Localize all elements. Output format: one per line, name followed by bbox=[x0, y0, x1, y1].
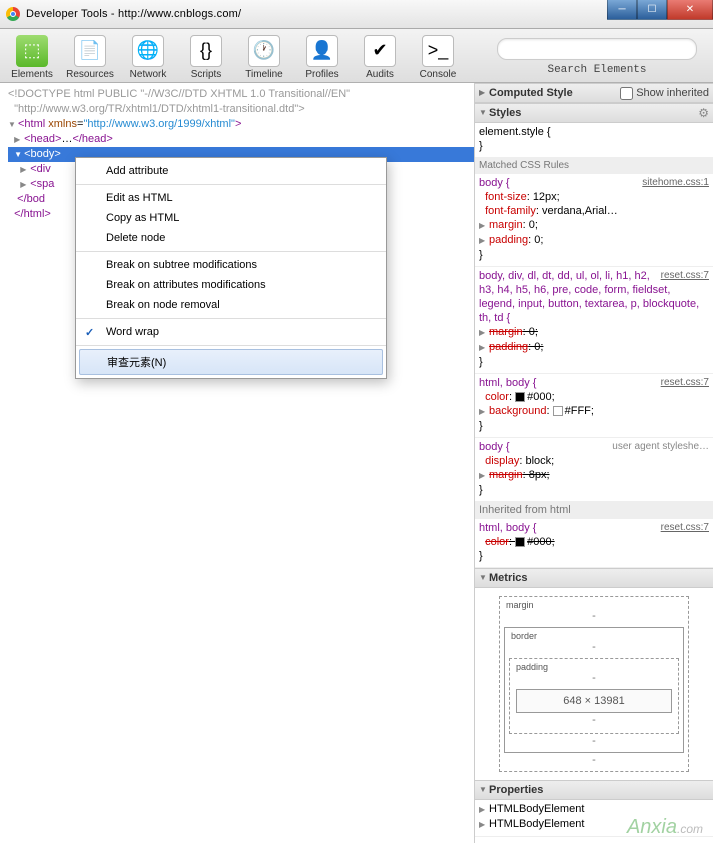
menu-break-attributes[interactable]: Break on attributes modifications bbox=[76, 275, 386, 295]
tab-profiles[interactable]: 👤Profiles bbox=[298, 35, 346, 80]
menu-inspect-element[interactable]: 审查元素(N) bbox=[79, 349, 383, 375]
menu-word-wrap[interactable]: Word wrap bbox=[76, 322, 386, 342]
gear-icon[interactable]: ⚙ bbox=[698, 106, 709, 120]
css-rule[interactable]: reset.css:7 body, div, dl, dt, dd, ul, o… bbox=[475, 267, 713, 374]
css-source-link: user agent styleshe… bbox=[612, 440, 709, 454]
search-label: Search Elements bbox=[547, 64, 646, 76]
tab-timeline[interactable]: 🕐Timeline bbox=[240, 35, 288, 80]
inherited-header: Inherited from html bbox=[475, 502, 713, 519]
menu-separator bbox=[76, 184, 386, 185]
tab-network[interactable]: 🌐Network bbox=[124, 35, 172, 80]
menu-separator bbox=[76, 345, 386, 346]
box-model[interactable]: margin- border- padding- 648 × 13981 - -… bbox=[475, 588, 713, 780]
css-rule[interactable]: reset.css:7 html, body { color: #000; ▶b… bbox=[475, 374, 713, 438]
head-node[interactable]: ▶<head>…</head> bbox=[8, 132, 474, 147]
styles-sidebar: ▶Computed StyleShow inherited ▼Styles⚙ e… bbox=[474, 83, 713, 843]
window-controls: ─ ☐ ✕ bbox=[607, 0, 713, 20]
menu-separator bbox=[76, 251, 386, 252]
css-rule[interactable]: sitehome.css:1 body { font-size: 12px; f… bbox=[475, 174, 713, 267]
menu-break-removal[interactable]: Break on node removal bbox=[76, 295, 386, 315]
menu-copy-html[interactable]: Copy as HTML bbox=[76, 208, 386, 228]
element-style-rule[interactable]: element.style { } bbox=[475, 123, 713, 158]
css-source-link[interactable]: sitehome.css:1 bbox=[642, 176, 709, 190]
chrome-icon bbox=[6, 7, 20, 21]
tab-scripts[interactable]: {}Scripts bbox=[182, 35, 230, 80]
menu-delete-node[interactable]: Delete node bbox=[76, 228, 386, 248]
tab-console[interactable]: >_Console bbox=[414, 35, 462, 80]
css-rule[interactable]: user agent styleshe… body { display: blo… bbox=[475, 438, 713, 502]
matched-rules-header: Matched CSS Rules bbox=[475, 158, 713, 174]
toolbar: ⬚Elements 📄Resources 🌐Network {}Scripts … bbox=[0, 29, 713, 83]
window-titlebar: Developer Tools - http://www.cnblogs.com… bbox=[0, 0, 713, 29]
computed-style-header[interactable]: ▶Computed StyleShow inherited bbox=[475, 83, 713, 103]
css-source-link[interactable]: reset.css:7 bbox=[661, 269, 709, 283]
context-menu: Add attribute Edit as HTML Copy as HTML … bbox=[75, 157, 387, 379]
menu-edit-html[interactable]: Edit as HTML bbox=[76, 188, 386, 208]
close-button[interactable]: ✕ bbox=[667, 0, 713, 20]
menu-add-attribute[interactable]: Add attribute bbox=[76, 161, 386, 181]
show-inherited-checkbox[interactable] bbox=[620, 87, 633, 100]
maximize-button[interactable]: ☐ bbox=[637, 0, 667, 20]
search-wrap: Search Elements bbox=[497, 38, 697, 76]
html-node[interactable]: ▼<html xmlns="http://www.w3.org/1999/xht… bbox=[8, 117, 474, 132]
doctype-line: <!DOCTYPE html PUBLIC "-//W3C//DTD XHTML… bbox=[8, 87, 474, 102]
css-rule[interactable]: reset.css:7 html, body { color: #000; } bbox=[475, 519, 713, 568]
styles-header[interactable]: ▼Styles⚙ bbox=[475, 103, 713, 123]
menu-break-subtree[interactable]: Break on subtree modifications bbox=[76, 255, 386, 275]
tab-audits[interactable]: ✔Audits bbox=[356, 35, 404, 80]
watermark: Anxia.com bbox=[627, 816, 703, 839]
minimize-button[interactable]: ─ bbox=[607, 0, 637, 20]
css-source-link[interactable]: reset.css:7 bbox=[661, 376, 709, 390]
css-source-link[interactable]: reset.css:7 bbox=[661, 521, 709, 535]
metrics-header[interactable]: ▼Metrics bbox=[475, 568, 713, 588]
tab-resources[interactable]: 📄Resources bbox=[66, 35, 114, 80]
window-title: Developer Tools - http://www.cnblogs.com… bbox=[26, 8, 241, 20]
search-input[interactable] bbox=[497, 38, 697, 60]
menu-separator bbox=[76, 318, 386, 319]
doctype-line2: "http://www.w3.org/TR/xhtml1/DTD/xhtml1-… bbox=[8, 102, 474, 117]
tab-elements[interactable]: ⬚Elements bbox=[8, 35, 56, 80]
properties-header[interactable]: ▼Properties bbox=[475, 780, 713, 800]
